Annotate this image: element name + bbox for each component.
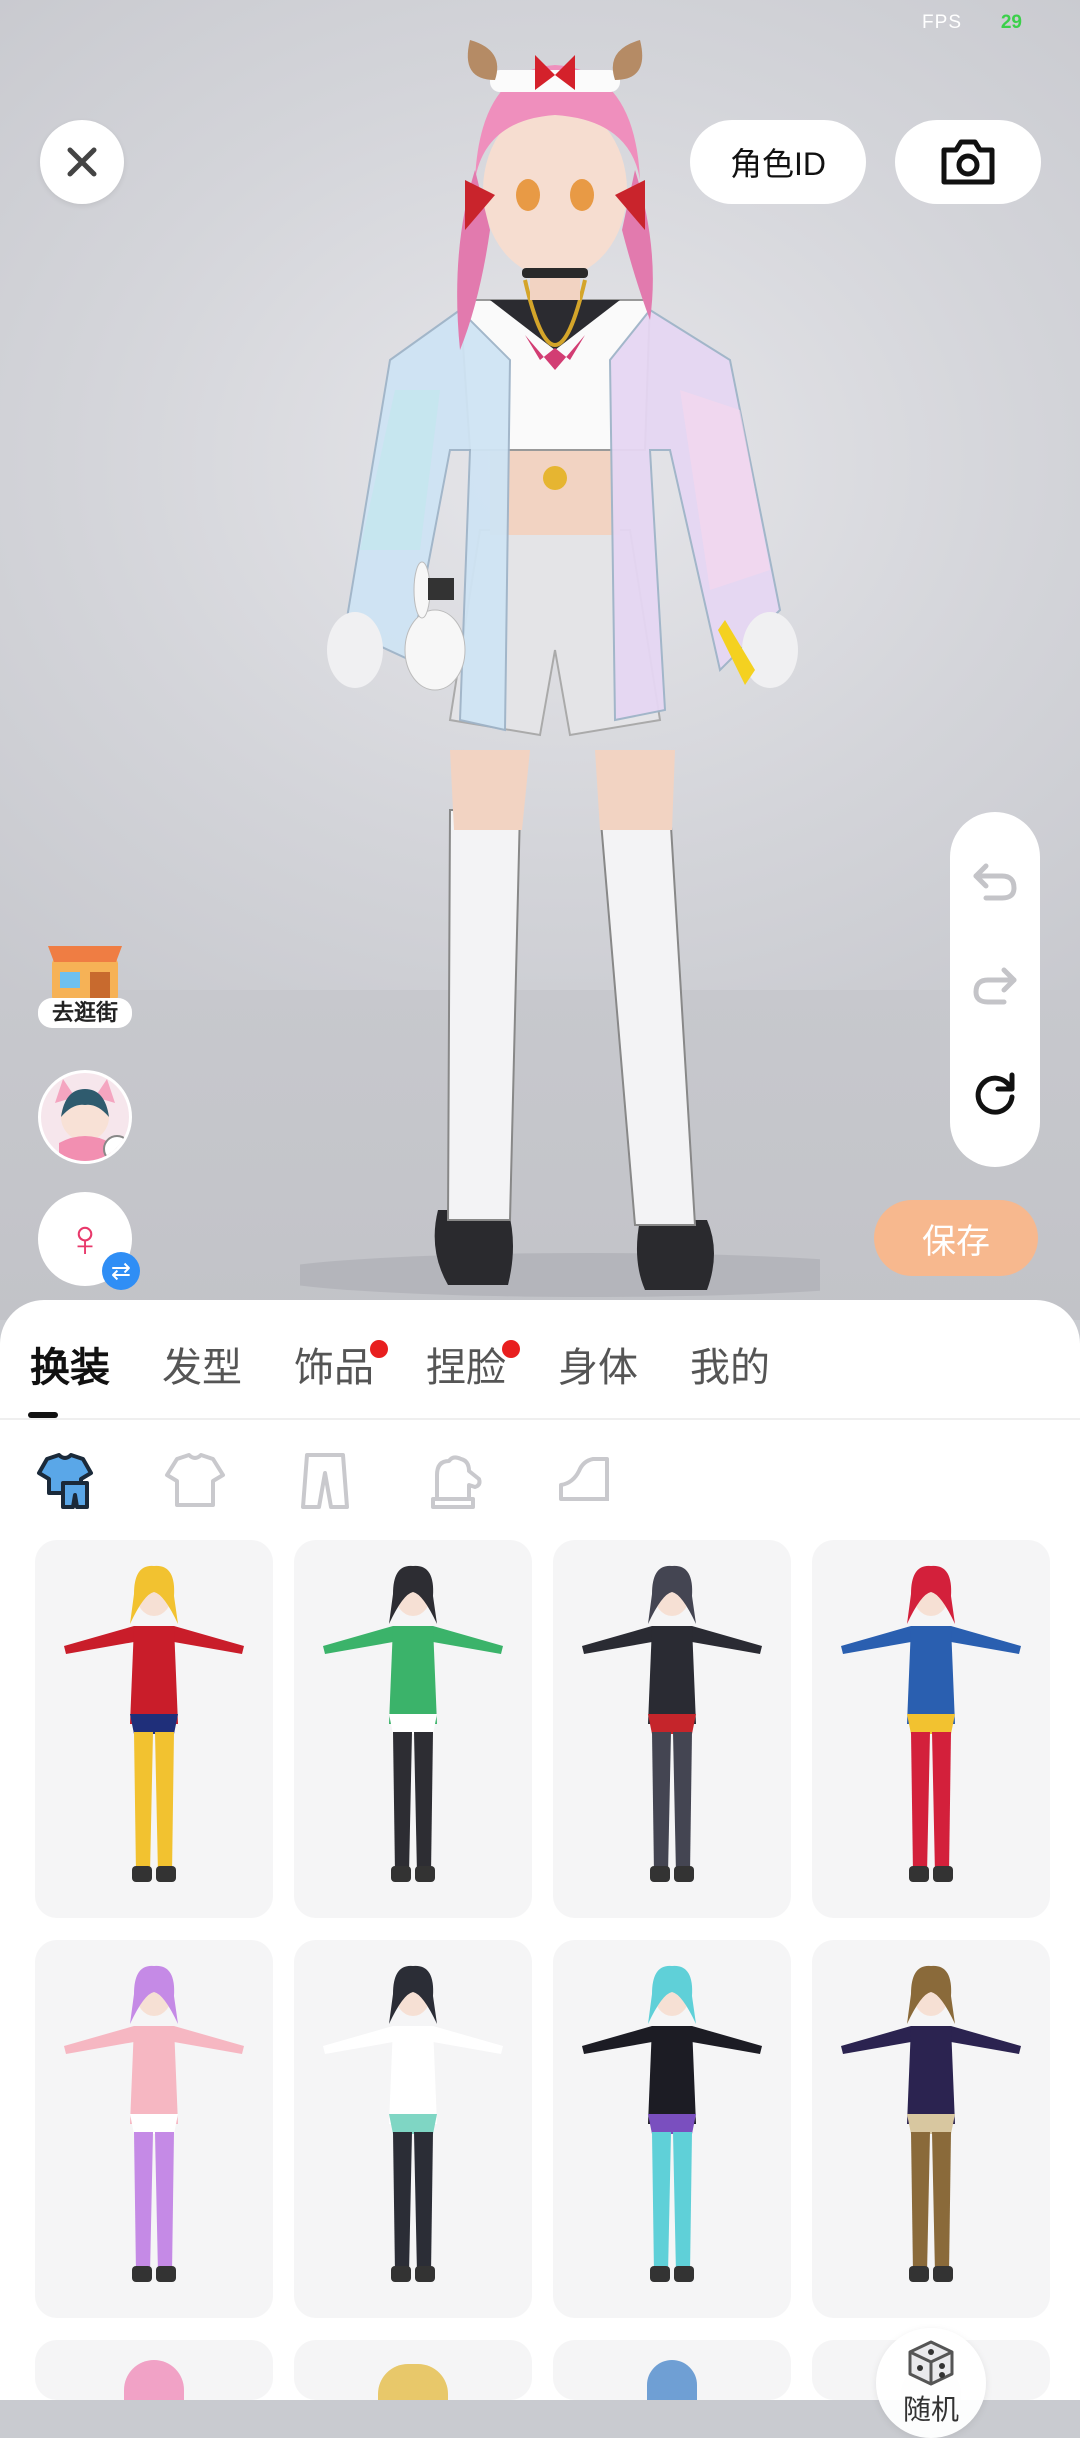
character-preview-scene[interactable]: FPS 29 角色ID 保存 去逛街 ♀ ⇄ [0, 0, 1080, 1320]
female-icon: ♀ [65, 1210, 105, 1268]
dice-icon [908, 2340, 954, 2386]
category-outfit-set[interactable] [30, 1446, 100, 1516]
outfit-card[interactable] [812, 1540, 1050, 1918]
category-top[interactable] [160, 1446, 230, 1516]
random-button[interactable]: 随机 [876, 2328, 986, 2438]
close-button[interactable] [40, 120, 124, 204]
outfit-figure [323, 1565, 503, 1882]
category-gloves[interactable] [420, 1446, 490, 1516]
category-shoes[interactable] [550, 1446, 620, 1516]
shop-icon [48, 946, 122, 1002]
tab-label: 我的 [690, 1346, 770, 1390]
no-sign-icon [103, 1135, 129, 1161]
go-shopping-label: 去逛街 [38, 998, 132, 1028]
camera-button[interactable] [895, 120, 1041, 204]
notification-dot [370, 1340, 388, 1358]
reset-icon[interactable] [970, 1069, 1020, 1119]
tab-label: 捏脸 [426, 1346, 506, 1390]
outfit-card[interactable] [35, 2340, 273, 2400]
outfit-figure [841, 1965, 1021, 2282]
tab-label: 换装 [30, 1346, 110, 1390]
outfit-card[interactable] [553, 1540, 791, 1918]
tab-divider [0, 1418, 1080, 1420]
tab-body[interactable]: 身体 [558, 1340, 638, 1396]
outfit-set-icon [37, 1453, 93, 1509]
redo-icon[interactable] [970, 964, 1020, 1008]
tab-hairstyle[interactable]: 发型 [162, 1340, 242, 1396]
outfit-thumb-partial [647, 2360, 697, 2400]
outfit-card[interactable] [35, 1540, 273, 1918]
outfit-figure [64, 1565, 244, 1882]
outfit-card[interactable] [812, 1940, 1050, 2318]
camera-icon [941, 139, 995, 185]
outfit-card[interactable] [294, 1940, 532, 2318]
outfit-figure [323, 1965, 503, 2282]
top-icon [165, 1453, 225, 1507]
save-button[interactable]: 保存 [874, 1200, 1038, 1276]
tab-label: 发型 [162, 1346, 242, 1390]
gender-switch-button[interactable]: ♀ ⇄ [38, 1192, 140, 1290]
avatar-button[interactable] [38, 1070, 132, 1164]
tab-label: 身体 [558, 1346, 638, 1390]
fps-value: 29 [1000, 12, 1022, 33]
outfit-figure [582, 1565, 762, 1882]
tab-outfit[interactable]: 换装 [30, 1340, 110, 1396]
outfit-thumb-partial [378, 2364, 448, 2400]
outfit-grid [35, 1540, 1051, 2400]
tab-mine[interactable]: 我的 [690, 1340, 770, 1396]
pants-icon [301, 1453, 349, 1509]
outfit-card[interactable] [35, 1940, 273, 2318]
customization-sheet: 换装 发型 饰品 捏脸 身体 我的 随机 [0, 1300, 1080, 2438]
swap-icon: ⇄ [102, 1252, 140, 1290]
outfit-card[interactable] [553, 1940, 791, 2318]
outfit-figure [64, 1965, 244, 2282]
undo-icon[interactable] [970, 860, 1020, 904]
close-icon [67, 147, 97, 177]
outfit-card[interactable] [294, 2340, 532, 2400]
tab-accessories[interactable]: 饰品 [294, 1340, 388, 1396]
history-panel [950, 812, 1040, 1167]
outfit-figure [582, 1965, 762, 2282]
outfit-card[interactable] [294, 1540, 532, 1918]
shoes-icon [559, 1457, 609, 1501]
notification-dot [502, 1340, 520, 1358]
go-shopping-button[interactable]: 去逛街 [38, 936, 132, 1030]
character-model[interactable] [300, 30, 820, 1300]
outfit-figure [841, 1565, 1021, 1882]
outfit-thumb-partial [124, 2360, 184, 2400]
fps-label: FPS [922, 12, 962, 33]
gloves-icon [431, 1455, 482, 1509]
category-pants[interactable] [290, 1446, 360, 1516]
category-bar [30, 1446, 680, 1516]
tab-bar: 换装 发型 饰品 捏脸 身体 我的 [30, 1340, 822, 1396]
tab-face[interactable]: 捏脸 [426, 1340, 520, 1396]
tab-label: 饰品 [294, 1346, 374, 1390]
outfit-card[interactable] [553, 2340, 791, 2400]
role-id-button[interactable]: 角色ID [690, 120, 866, 204]
random-label: 随机 [902, 2394, 959, 2425]
